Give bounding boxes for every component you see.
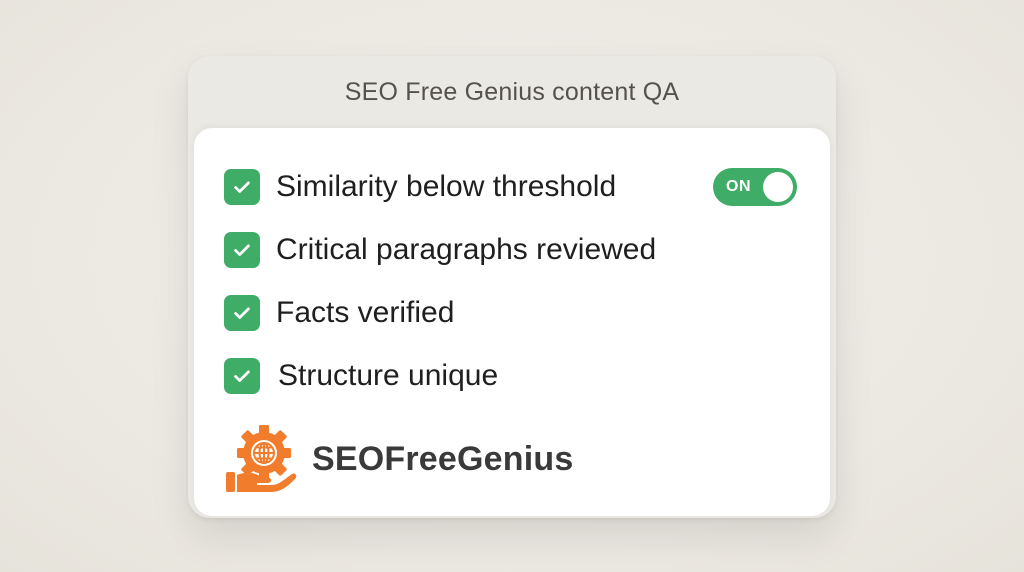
checkbox-checked-icon[interactable] bbox=[224, 358, 260, 394]
brand-name: SEOFreeGenius bbox=[312, 439, 574, 478]
checklist-item-similarity[interactable]: Similarity below threshold bbox=[224, 167, 616, 207]
on-toggle-switch[interactable]: ON bbox=[713, 168, 797, 206]
checkbox-checked-icon[interactable] bbox=[224, 232, 260, 268]
checkbox-checked-icon[interactable] bbox=[224, 169, 260, 205]
checklist-item-critical-paragraphs[interactable]: Critical paragraphs reviewed bbox=[224, 230, 656, 270]
checklist-item-label: Critical paragraphs reviewed bbox=[276, 233, 657, 266]
checklist-item-structure-unique[interactable]: Structure unique bbox=[224, 356, 498, 396]
brand: SEOFreeGenius bbox=[224, 422, 573, 496]
checklist-item-label: Similarity below threshold bbox=[276, 170, 617, 203]
checklist-panel: Similarity below threshold ON Critical p… bbox=[194, 128, 830, 516]
background: SEO Free Genius content QA Similarity be… bbox=[0, 0, 1024, 572]
checklist-item-facts-verified[interactable]: Facts verified bbox=[224, 293, 454, 333]
toggle-knob bbox=[763, 172, 793, 202]
checklist-item-label: Structure unique bbox=[278, 359, 499, 392]
checklist-item-label: Facts verified bbox=[276, 296, 455, 329]
gear-globe-hand-icon bbox=[226, 425, 297, 492]
checkbox-checked-icon[interactable] bbox=[224, 295, 260, 331]
window-title: SEO Free Genius content QA bbox=[344, 78, 680, 106]
toggle-label: ON bbox=[726, 178, 751, 195]
qa-window: SEO Free Genius content QA Similarity be… bbox=[188, 56, 836, 518]
